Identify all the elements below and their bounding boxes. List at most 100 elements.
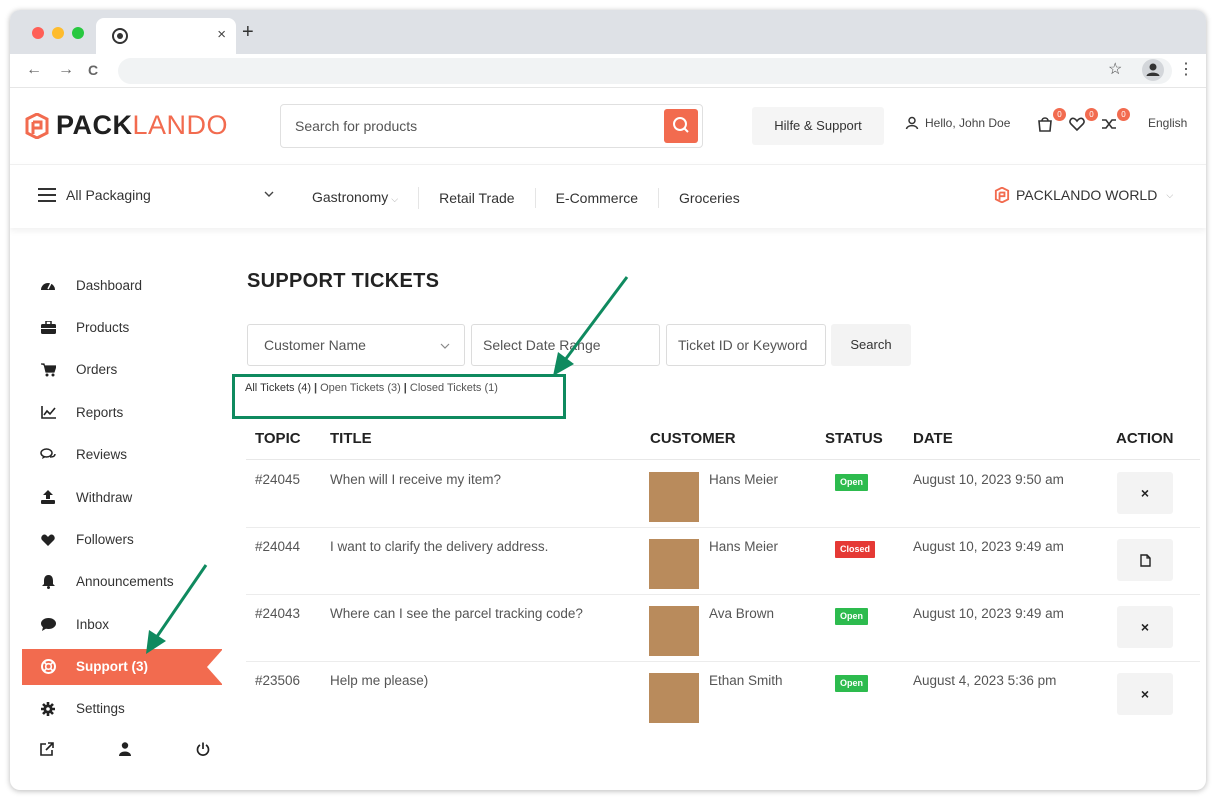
cart-button[interactable]: 0 [1036, 108, 1066, 134]
sidebar-item-label: Withdraw [76, 489, 133, 505]
close-ticket-button[interactable]: × [1117, 673, 1173, 715]
sidebar-item-withdraw[interactable]: Withdraw [22, 476, 222, 518]
tab-close-icon[interactable]: × [217, 26, 226, 44]
packlando-logo[interactable]: PACK LANDO [24, 110, 228, 141]
close-window-button[interactable] [32, 27, 44, 39]
new-tab-button[interactable]: + [242, 22, 254, 42]
table-row[interactable]: #23506 Help me please) Ethan Smith Open … [246, 662, 1200, 729]
ticket-topic[interactable]: #24044 [255, 539, 300, 554]
address-bar[interactable]: ☆ [118, 58, 1172, 84]
close-ticket-button[interactable]: × [1117, 606, 1173, 648]
column-header-customer[interactable]: CUSTOMER [650, 430, 736, 447]
chevron-down-icon: ⌵ [1166, 189, 1174, 200]
browser-tab[interactable]: × [96, 18, 236, 54]
hello-label: Hello, John Doe [925, 116, 1011, 130]
compare-button[interactable]: 0 [1100, 108, 1130, 134]
logo-mark-icon [994, 187, 1010, 203]
wishlist-button[interactable]: 0 [1068, 108, 1098, 134]
logo-text-pack: PACK [56, 110, 133, 140]
ticket-topic[interactable]: #23506 [255, 673, 300, 688]
profile-avatar[interactable] [1142, 59, 1164, 81]
keyword-input[interactable]: Ticket ID or Keyword [666, 324, 826, 366]
packlando-world-menu[interactable]: PACKLANDO WORLD ⌵ [994, 187, 1173, 203]
shuffle-icon [1102, 119, 1116, 129]
sidebar-item-inbox[interactable]: Inbox [22, 603, 222, 645]
ticket-customer: Hans Meier [709, 472, 779, 487]
column-header-date[interactable]: DATE [913, 430, 953, 447]
compare-count-badge: 0 [1117, 108, 1130, 121]
table-row[interactable]: #24044 I want to clarify the delivery ad… [246, 528, 1200, 595]
table-row[interactable]: #24045 When will I receive my item? Hans… [246, 461, 1200, 528]
category-label: Gastronomy [312, 189, 389, 205]
cart-icon [40, 362, 56, 378]
date-range-input[interactable]: Select Date Range [471, 324, 660, 366]
sidebar-item-products[interactable]: Products [22, 306, 222, 348]
column-header-title[interactable]: TITLE [330, 430, 372, 447]
close-ticket-button[interactable]: × [1117, 472, 1173, 514]
help-support-button[interactable]: Hilfe & Support [752, 107, 884, 145]
customer-select-value: Customer Name [264, 337, 366, 353]
search-button[interactable] [664, 109, 698, 143]
ticket-title[interactable]: When will I receive my item? [330, 472, 501, 487]
category-nav: All Packaging Gastronomy ⌵ Retail Trade E… [10, 164, 1206, 228]
chat-icon [40, 616, 56, 632]
sidebar-item-orders[interactable]: Orders [22, 349, 222, 391]
briefcase-icon [40, 320, 56, 336]
account-link[interactable]: Hello, John Doe [905, 116, 1010, 130]
category-list: Gastronomy ⌵ Retail Trade E-Commerce Groc… [292, 187, 760, 209]
date-range-placeholder: Select Date Range [483, 337, 601, 353]
category-gastronomy[interactable]: Gastronomy ⌵ [292, 187, 420, 209]
bag-icon [1038, 117, 1052, 132]
sidebar-item-label: Dashboard [76, 277, 143, 293]
heart-icon [40, 532, 56, 548]
ticket-topic[interactable]: #24043 [255, 606, 300, 621]
forward-button[interactable]: → [58, 60, 74, 80]
search-tickets-button[interactable]: Search [831, 324, 911, 366]
column-header-topic[interactable]: TOPIC [255, 430, 301, 447]
status-badge: Open [835, 474, 869, 491]
ticket-title[interactable]: Help me please) [330, 673, 428, 688]
sidebar-footer-actions [40, 742, 210, 761]
bookmark-star-icon[interactable]: ☆ [1108, 59, 1122, 81]
sidebar-item-support[interactable]: Support (3) [22, 648, 223, 685]
sidebar-item-label: Products [76, 320, 130, 336]
sidebar-item-reviews[interactable]: Reviews [22, 434, 222, 476]
customer-avatar [649, 606, 699, 656]
chrome-icon [112, 28, 128, 44]
sidebar-item-dashboard[interactable]: Dashboard [22, 264, 222, 306]
column-header-action[interactable]: ACTION [1116, 430, 1174, 447]
cart-count-badge: 0 [1053, 108, 1066, 121]
reload-button[interactable]: C [88, 60, 98, 80]
column-header-status[interactable]: STATUS [825, 430, 883, 447]
back-button[interactable]: ← [26, 60, 42, 80]
all-packaging-menu[interactable]: All Packaging [38, 187, 151, 203]
chevron-down-icon[interactable] [264, 189, 274, 201]
wishlist-count-badge: 0 [1085, 108, 1098, 121]
language-selector[interactable]: English [1148, 116, 1187, 130]
logout-power-icon[interactable] [196, 742, 210, 761]
category-groceries[interactable]: Groceries [659, 188, 760, 208]
sidebar-item-label: Settings [76, 701, 125, 717]
user-icon [905, 116, 919, 130]
customer-name-select[interactable]: Customer Name [247, 324, 465, 366]
sidebar-item-followers[interactable]: Followers [22, 518, 222, 560]
sidebar-item-reports[interactable]: Reports [22, 391, 222, 433]
ticket-title[interactable]: I want to clarify the delivery address. [330, 539, 548, 554]
view-ticket-button[interactable] [1117, 539, 1173, 581]
sidebar-item-label: Inbox [76, 616, 110, 632]
ticket-customer: Hans Meier [709, 539, 779, 554]
sidebar-item-settings[interactable]: Settings [22, 688, 222, 730]
category-e-commerce[interactable]: E-Commerce [536, 188, 660, 208]
search-input[interactable] [295, 116, 655, 136]
maximize-window-button[interactable] [72, 27, 84, 39]
minimize-window-button[interactable] [52, 27, 64, 39]
ticket-topic[interactable]: #24045 [255, 472, 300, 487]
sidebar-item-announcements[interactable]: Announcements [22, 561, 222, 603]
user-profile-icon[interactable] [119, 742, 131, 761]
table-row[interactable]: #24043 Where can I see the parcel tracki… [246, 595, 1200, 662]
ticket-title[interactable]: Where can I see the parcel tracking code… [330, 606, 583, 621]
ticket-date: August 10, 2023 9:50 am [913, 472, 1064, 487]
category-retail-trade[interactable]: Retail Trade [419, 188, 536, 208]
external-link-icon[interactable] [40, 742, 54, 761]
browser-menu-icon[interactable]: ⋮ [1178, 59, 1194, 81]
